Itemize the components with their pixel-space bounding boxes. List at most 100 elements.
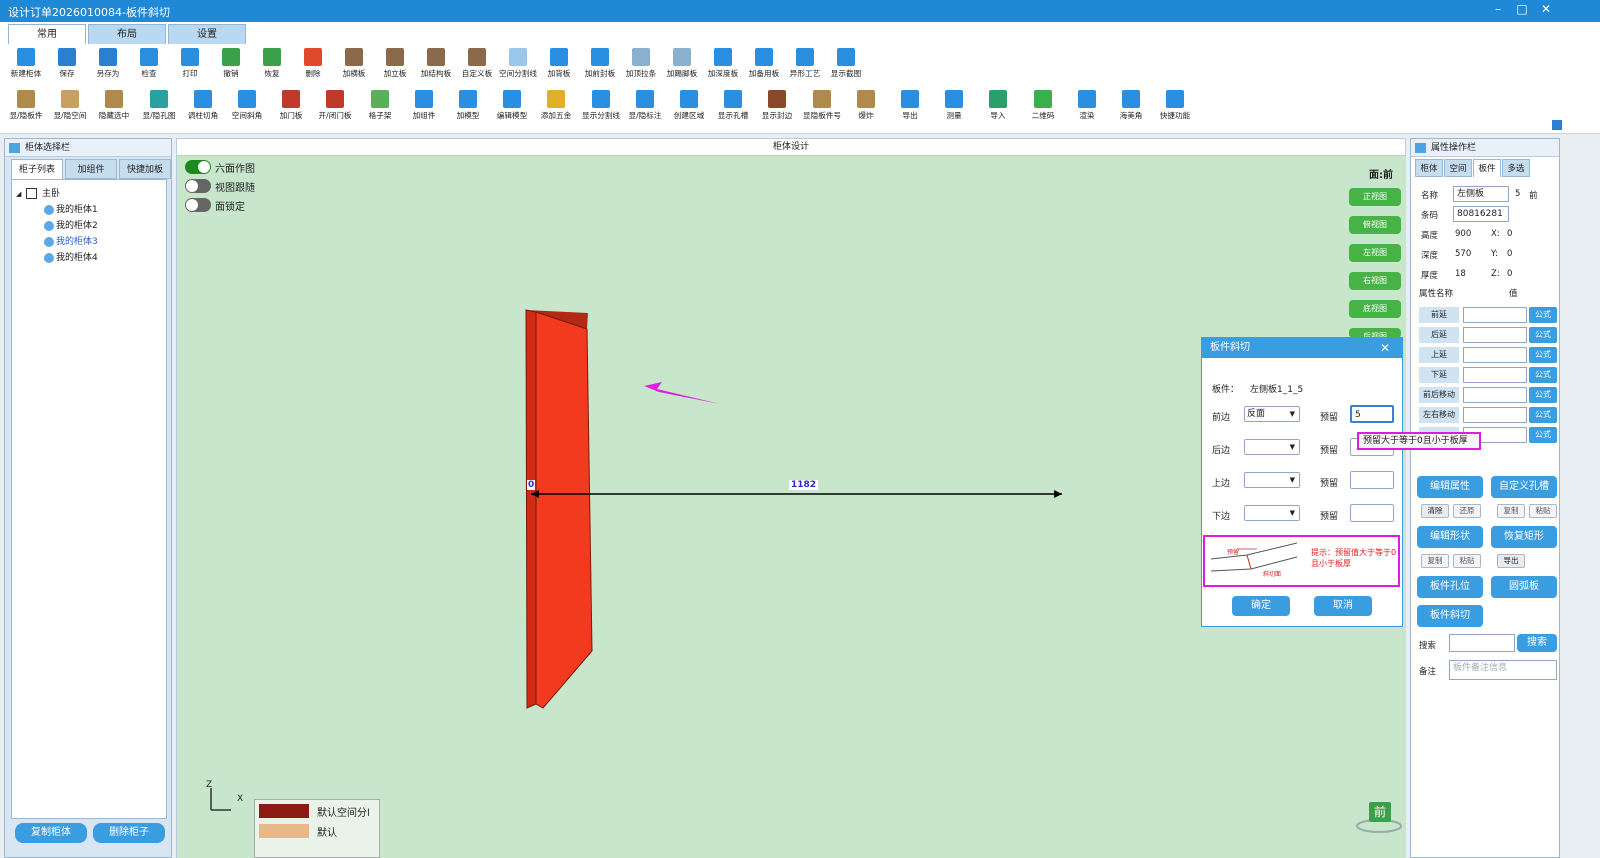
search-button[interactable]: 搜索 (1517, 634, 1557, 652)
ribbon-tool-button[interactable]: 新建柜体 (4, 48, 48, 79)
ribbon-tool-button[interactable]: 加深度板 (701, 48, 745, 79)
note-input[interactable]: 板件备注信息 (1449, 660, 1557, 680)
tree-root[interactable]: ◢ 主卧 (16, 186, 60, 199)
minimize-button[interactable]: – (1487, 2, 1509, 20)
ribbon-tool-button[interactable]: 加横板 (332, 48, 376, 79)
tree-item[interactable]: 我的柜体4 (44, 250, 98, 263)
face-badge[interactable]: 前 (1369, 802, 1391, 822)
paste-button[interactable]: 粘贴 (1453, 554, 1481, 568)
ribbon-tool-button[interactable]: 格子架 (358, 90, 402, 121)
ribbon-tool-button[interactable]: 测量 (932, 90, 976, 121)
panel-holes-button[interactable]: 板件孔位 (1417, 576, 1483, 598)
edge-select[interactable]: ▼ (1244, 439, 1300, 455)
ribbon-tool-button[interactable]: 渲染 (1065, 90, 1109, 121)
ribbon-tool-button[interactable]: 加组件 (402, 90, 446, 121)
edge-select[interactable]: ▼ (1244, 505, 1300, 521)
property-input[interactable] (1463, 407, 1527, 423)
close-button[interactable]: ✕ (1535, 2, 1557, 20)
formula-button[interactable]: 公式 (1529, 307, 1557, 323)
collapse-icon[interactable]: ◢ (16, 190, 21, 198)
ribbon-tool-button[interactable]: 显/隐空间 (48, 90, 92, 121)
property-input[interactable] (1463, 347, 1527, 363)
ribbon-tool-button[interactable]: 加结构板 (414, 48, 458, 79)
ribbon-tool-button[interactable]: 显示截图 (824, 48, 868, 79)
grid-icon[interactable] (1552, 120, 1562, 130)
ribbon-tool-button[interactable]: 导入 (976, 90, 1020, 121)
property-input[interactable] (1463, 367, 1527, 383)
ribbon-tool-button[interactable]: 打印 (168, 48, 212, 79)
formula-button[interactable]: 公式 (1529, 327, 1557, 343)
dialog-close-icon[interactable]: ✕ (1380, 338, 1390, 358)
property-input[interactable] (1463, 387, 1527, 403)
clear-button[interactable]: 清除 (1421, 504, 1449, 518)
export-button[interactable]: 导出 (1497, 554, 1525, 568)
reserve-input[interactable] (1350, 504, 1394, 522)
ribbon-tool-button[interactable]: 二维码 (1021, 90, 1065, 121)
ribbon-tool-button[interactable]: 开/闭门板 (313, 90, 357, 121)
ribbon-tool-button[interactable]: 异形工艺 (783, 48, 827, 79)
ribbon-tool-button[interactable]: 编辑模型 (490, 90, 534, 121)
tab-settings[interactable]: 设置 (168, 24, 246, 44)
board-front-face[interactable] (535, 311, 593, 709)
tab-panel[interactable]: 板件 (1473, 159, 1501, 177)
ribbon-tool-button[interactable]: 导出 (888, 90, 932, 121)
ribbon-tool-button[interactable]: 显/隐孔图 (137, 90, 181, 121)
ribbon-tool-button[interactable]: 海美角 (1109, 90, 1153, 121)
ribbon-tool-button[interactable]: 自定义板 (455, 48, 499, 79)
ribbon-tool-button[interactable]: 快捷功能 (1153, 90, 1197, 121)
reserve-input[interactable]: 5 (1350, 405, 1394, 423)
ribbon-tool-button[interactable]: 爆炸 (844, 90, 888, 121)
ribbon-tool-button[interactable]: 撤销 (209, 48, 253, 79)
code-field[interactable]: 80816281 (1453, 206, 1509, 222)
tab-common[interactable]: 常用 (8, 24, 86, 44)
formula-button[interactable]: 公式 (1529, 367, 1557, 383)
confirm-button[interactable]: 确定 (1232, 596, 1290, 616)
ribbon-tool-button[interactable]: 加立板 (373, 48, 417, 79)
ribbon-tool-button[interactable]: 创建区域 (667, 90, 711, 121)
tab-quick-add-panel[interactable]: 快捷加板 (119, 159, 171, 179)
ribbon-tool-button[interactable]: 空间分割线 (496, 48, 540, 79)
ribbon-tool-button[interactable]: 显/隐板件 (4, 90, 48, 121)
ribbon-tool-button[interactable]: 隐藏选中 (92, 90, 136, 121)
ribbon-tool-button[interactable]: 加备用板 (742, 48, 786, 79)
maximize-button[interactable]: □ (1511, 2, 1533, 20)
ribbon-tool-button[interactable]: 加踢脚板 (660, 48, 704, 79)
ribbon-tool-button[interactable]: 另存为 (86, 48, 130, 79)
ribbon-tool-button[interactable]: 显示孔槽 (711, 90, 755, 121)
ribbon-tool-button[interactable]: 添加五金 (534, 90, 578, 121)
tree-item[interactable]: 我的柜体2 (44, 218, 98, 231)
tab-layout[interactable]: 布局 (88, 24, 166, 44)
bevel-cut-button[interactable]: 板件斜切 (1417, 605, 1483, 627)
formula-button[interactable]: 公式 (1529, 387, 1557, 403)
ribbon-tool-button[interactable]: 加模型 (446, 90, 490, 121)
ribbon-tool-button[interactable]: 删除 (291, 48, 335, 79)
ribbon-tool-button[interactable]: 显隐板件号 (800, 90, 844, 121)
ribbon-tool-button[interactable]: 恢复 (250, 48, 294, 79)
right-scrollbar[interactable] (1562, 138, 1600, 858)
copy-button[interactable]: 复制 (1497, 504, 1525, 518)
ribbon-tool-button[interactable]: 调柱切角 (181, 90, 225, 121)
restore-button[interactable]: 还原 (1453, 504, 1481, 518)
tab-multi-select[interactable]: 多选 (1502, 159, 1530, 177)
tree-item[interactable]: 我的柜体1 (44, 202, 98, 215)
tab-cabinet[interactable]: 柜体 (1415, 159, 1443, 177)
ribbon-tool-button[interactable]: 显示分割线 (579, 90, 623, 121)
arc-panel-button[interactable]: 圆弧板 (1491, 576, 1557, 598)
formula-button[interactable]: 公式 (1529, 407, 1557, 423)
tab-add-component[interactable]: 加组件 (65, 159, 117, 179)
property-input[interactable] (1463, 327, 1527, 343)
edge-select[interactable]: ▼ (1244, 472, 1300, 488)
edit-shape-button[interactable]: 编辑形状 (1417, 526, 1483, 548)
ribbon-tool-button[interactable]: 显示封边 (755, 90, 799, 121)
paste-button[interactable]: 粘贴 (1529, 504, 1557, 518)
ribbon-tool-button[interactable]: 加背板 (537, 48, 581, 79)
ribbon-tool-button[interactable]: 加门板 (269, 90, 313, 121)
ribbon-tool-button[interactable]: 显/隐标注 (623, 90, 667, 121)
cancel-button[interactable]: 取消 (1314, 596, 1372, 616)
name-field[interactable]: 左侧板 (1453, 186, 1509, 202)
edit-attributes-button[interactable]: 编辑属性 (1417, 476, 1483, 498)
copy-button[interactable]: 复制 (1421, 554, 1449, 568)
reserve-input[interactable] (1350, 471, 1394, 489)
dimension-value-label[interactable]: 1182 (789, 480, 819, 490)
tab-space[interactable]: 空间 (1444, 159, 1472, 177)
